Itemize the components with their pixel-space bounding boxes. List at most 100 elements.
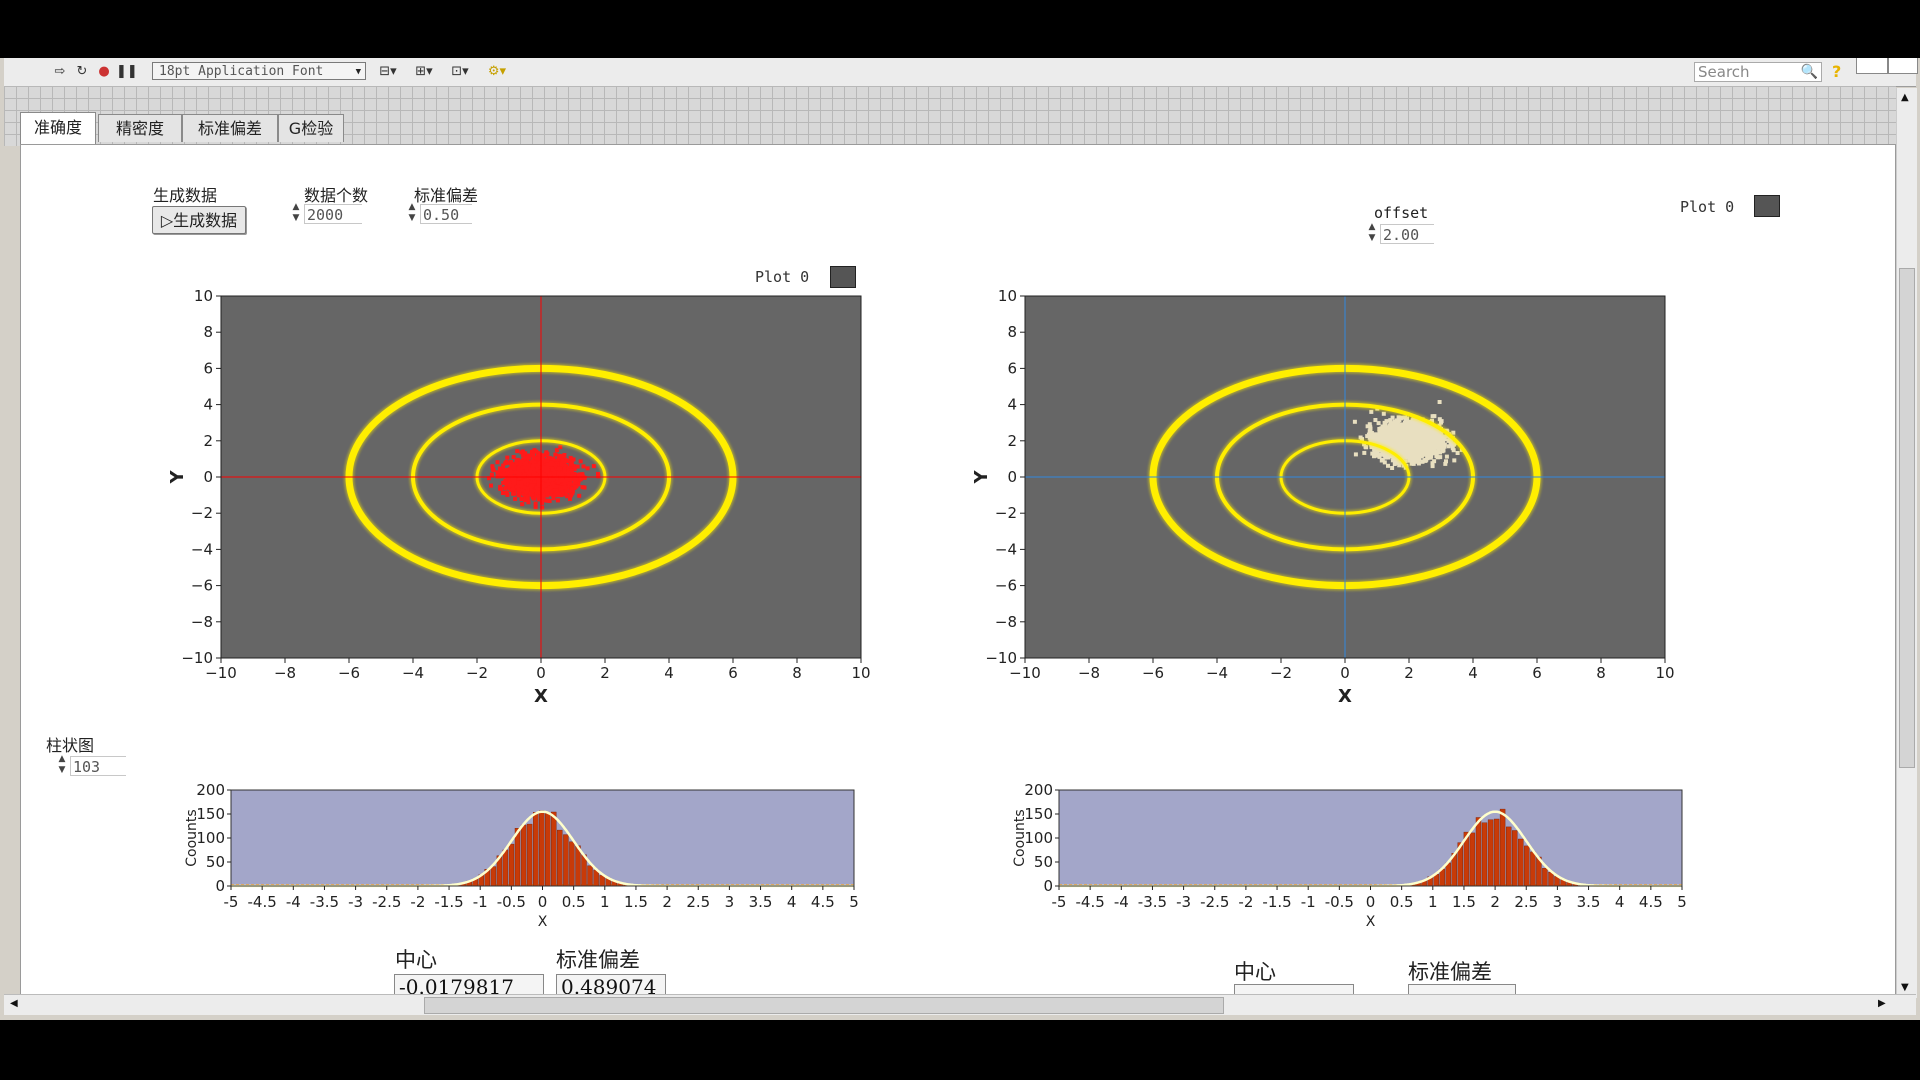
histogram-bar: [1499, 808, 1506, 887]
data-point: [526, 500, 531, 505]
data-point: [1390, 466, 1395, 470]
y-tick-label: 8: [203, 323, 213, 341]
data-point: [1408, 438, 1412, 443]
histogram-right[interactable]: -5 -4.5 -4 -3.5 -3 -2.5 -2 -1.5 -1 -0.5 0 0.5 1 1.5 2 2…: [1012, 781, 1687, 930]
charts-layer: −10 −8 −6 −4 −2 0 2 4 6 8 10−10−8−6−4−20246810XY −…: [167, 287, 1687, 930]
data-point: [518, 461, 523, 465]
hist-x-tick-label: 2: [1490, 893, 1500, 911]
x-tick-label: 6: [728, 664, 738, 682]
data-point: [549, 489, 554, 494]
data-point: [509, 460, 513, 464]
hist-x-tick-label: 0: [538, 893, 548, 911]
left-std-label: 标准偏差: [556, 948, 640, 972]
data-point: [1411, 436, 1416, 441]
data-point: [1455, 451, 1460, 455]
x-tick-label: 10: [851, 664, 870, 682]
scroll-up-icon[interactable]: ▲: [1901, 92, 1909, 103]
data-point: [544, 465, 549, 470]
y-tick-label: 2: [1007, 432, 1017, 450]
hist-x-tick-label: 1.5: [624, 893, 648, 911]
hist-y-tick-label: 150: [196, 805, 225, 823]
horizontal-scrollbar[interactable]: ◀ ▶: [4, 994, 1916, 1015]
data-point: [510, 487, 515, 492]
x-tick-label: 2: [600, 664, 610, 682]
data-point: [1443, 461, 1448, 466]
histogram-bar: [539, 810, 545, 887]
data-point: [1404, 423, 1409, 428]
data-point: [557, 466, 562, 471]
y-axis-label: Y: [971, 470, 992, 485]
hist-y-axis-label: Coounts: [184, 809, 200, 866]
histogram-bar: [1505, 826, 1512, 887]
hist-x-tick-label: -3.5: [1138, 893, 1167, 911]
data-point: [1383, 427, 1388, 431]
data-point: [553, 463, 558, 468]
data-point: [507, 483, 512, 488]
data-point: [572, 477, 577, 482]
y-tick-label: 6: [1007, 359, 1017, 377]
y-tick-label: 4: [203, 396, 213, 414]
x-axis-label: X: [1338, 686, 1352, 707]
data-point: [528, 484, 533, 489]
data-point: [495, 460, 500, 465]
vertical-scrollbar[interactable]: ▲ ▼: [1896, 88, 1917, 998]
y-tick-label: 6: [203, 359, 213, 377]
data-point: [511, 478, 516, 483]
hist-y-tick-label: 50: [1034, 853, 1053, 871]
data-point: [545, 498, 550, 503]
hist-x-tick-label: -4.5: [248, 893, 277, 911]
hist-x-tick-label: 0.5: [1390, 893, 1414, 911]
data-point: [557, 493, 562, 497]
data-point: [1373, 432, 1378, 437]
data-point: [521, 453, 526, 458]
data-point: [536, 480, 541, 485]
hist-x-tick-label: 3: [725, 893, 735, 911]
data-point: [1450, 446, 1455, 451]
y-tick-label: −10: [985, 649, 1017, 667]
data-point: [504, 490, 509, 495]
data-point: [553, 484, 558, 489]
data-point: [530, 459, 535, 464]
data-point: [558, 454, 563, 459]
data-point: [503, 486, 508, 491]
data-point: [1432, 459, 1437, 464]
horizontal-scroll-thumb[interactable]: [424, 997, 1224, 1014]
data-point: [1425, 439, 1430, 444]
data-point: [568, 477, 573, 482]
y-tick-label: 0: [1007, 468, 1017, 486]
scatter-graph-right[interactable]: −10 −8 −6 −4 −2 0 2 4 6 8 10−10−8−6−4−20246810XY: [971, 287, 1675, 707]
data-point: [1392, 462, 1397, 466]
hist-x-tick-label: 0: [1366, 893, 1376, 911]
hist-y-tick-label: 200: [196, 781, 225, 799]
scatter-graph-left[interactable]: −10 −8 −6 −4 −2 0 2 4 6 8 10−10−8−6−4−20246810XY: [167, 287, 871, 707]
data-point: [501, 480, 506, 485]
scroll-right-icon[interactable]: ▶: [1878, 998, 1886, 1009]
data-point: [1374, 453, 1379, 458]
data-point: [1418, 445, 1423, 449]
scroll-left-icon[interactable]: ◀: [10, 998, 18, 1009]
hist-x-tick-label: -2: [1238, 893, 1253, 911]
data-point: [522, 478, 527, 483]
data-point: [559, 478, 563, 483]
data-point: [560, 485, 565, 490]
hist-y-tick-label: 0: [215, 877, 225, 895]
histogram-bar: [490, 866, 497, 887]
vertical-scroll-thumb[interactable]: [1899, 268, 1915, 768]
left-center-label: 中心: [395, 948, 437, 972]
data-point: [1368, 424, 1373, 429]
data-point: [521, 474, 526, 479]
data-point: [489, 472, 494, 477]
scroll-down-icon[interactable]: ▼: [1901, 982, 1909, 993]
histogram-bar: [1524, 845, 1530, 887]
data-point: [567, 481, 572, 486]
histogram-left[interactable]: -5 -4.5 -4 -3.5 -3 -2.5 -2 -1.5 -1 -0.5 0 0.5 1 1.5 2 2…: [184, 781, 859, 930]
hist-x-tick-label: -1: [473, 893, 488, 911]
data-point: [1396, 419, 1401, 424]
data-point: [1452, 458, 1457, 463]
hist-y-tick-label: 0: [1043, 877, 1053, 895]
data-point: [495, 470, 500, 475]
hist-x-tick-label: 2.5: [686, 893, 710, 911]
hist-x-tick-label: -5: [224, 893, 239, 911]
y-tick-label: 0: [203, 468, 213, 486]
hist-x-tick-label: 3.5: [1577, 893, 1601, 911]
